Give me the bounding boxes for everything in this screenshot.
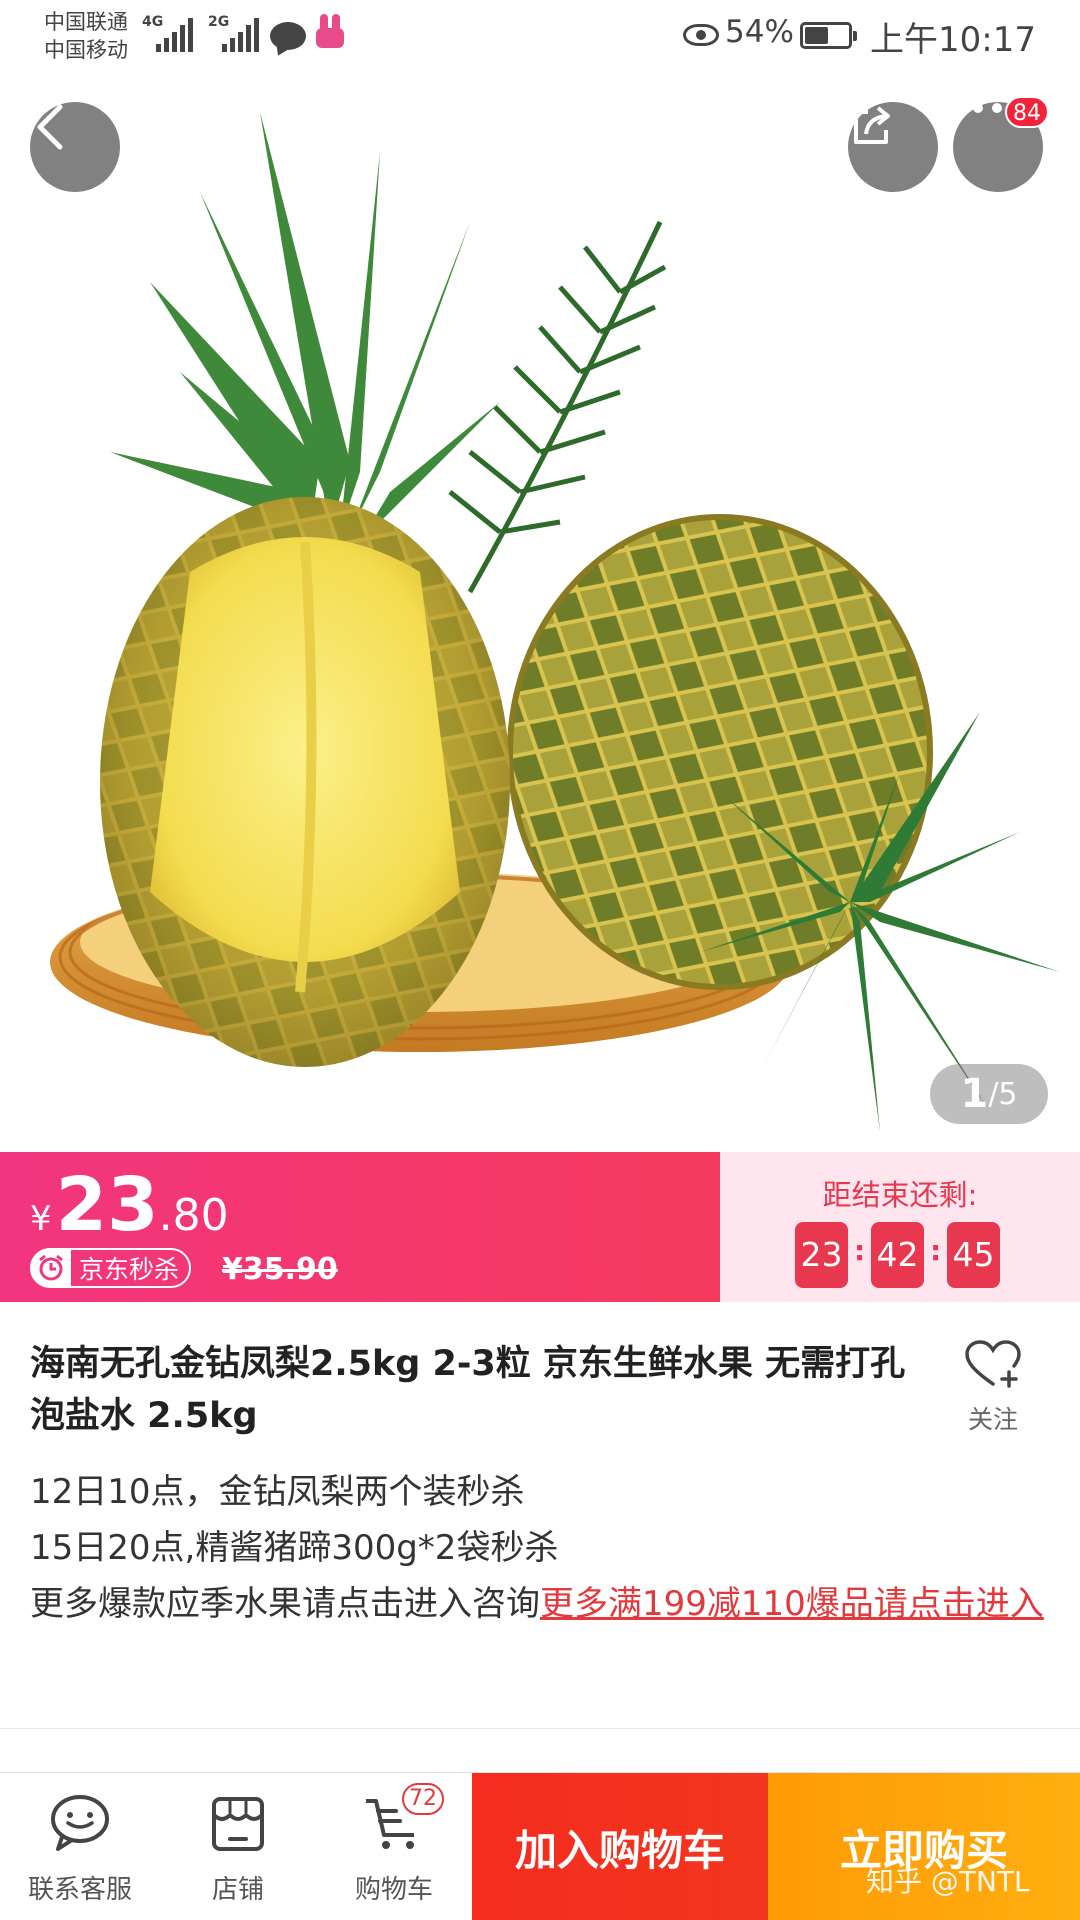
network-type-1: 4G — [142, 14, 164, 30]
follow-button[interactable]: 关注 — [958, 1340, 1028, 1436]
customer-service-button[interactable]: 联系客服 — [0, 1773, 160, 1920]
promo-line-3-text: 更多爆款应季水果请点击进入咨询 — [30, 1584, 540, 1624]
countdown-panel: 距结束还剩: 23 : 42 : 45 — [720, 1152, 1080, 1302]
share-button[interactable] — [848, 102, 938, 192]
customer-service-icon — [51, 1795, 109, 1851]
price-integer: 23 — [55, 1162, 159, 1248]
signal-4g-icon: 4G — [142, 14, 198, 52]
heart-plus-icon — [965, 1340, 1021, 1388]
carrier-1: 中国联通 — [44, 10, 128, 34]
shop-label: 店铺 — [211, 1875, 264, 1905]
promo-link[interactable]: 更多满199减110爆品请点击进入 — [540, 1584, 1044, 1624]
countdown-seconds: 45 — [947, 1222, 1000, 1288]
shop-button[interactable]: 店铺 — [160, 1773, 316, 1920]
network-type-2: 2G — [208, 14, 230, 30]
battery-icon — [800, 22, 857, 49]
alarm-clock-icon — [31, 1250, 71, 1286]
product-detail-page: 中国联通 中国移动 4G 2G 54% 上午10:17 84 1 /5 ¥ 23… — [0, 0, 1080, 1920]
product-title: 海南无孔金钻凤梨2.5kg 2-3粒 京东生鲜水果 无需打孔泡盐水 2.5kg — [30, 1344, 906, 1436]
cart-label: 购物车 — [354, 1875, 433, 1905]
status-bar: 中国联通 中国移动 4G 2G 54% 上午10:17 — [0, 0, 1080, 72]
price-band: ¥ 23 .80 京东秒杀 ¥35.90 — [0, 1152, 720, 1302]
countdown-separator: : — [854, 1234, 866, 1267]
rabbit-app-icon — [312, 14, 348, 54]
clock: 上午10:17 — [870, 20, 1036, 60]
current-price: ¥ 23 .80 — [30, 1162, 229, 1248]
countdown-hours: 23 — [795, 1222, 848, 1288]
seckill-tag: 京东秒杀 — [30, 1248, 192, 1288]
cart-button[interactable]: 72 购物车 — [316, 1773, 472, 1920]
image-counter-current: 1 — [960, 1071, 989, 1117]
follow-label: 关注 — [967, 1405, 1018, 1434]
carrier-2: 中国移动 — [44, 38, 128, 62]
seckill-label: 京东秒杀 — [79, 1255, 180, 1284]
promo-line-3: 更多爆款应季水果请点击进入咨询更多满199减110爆品请点击进入 — [30, 1576, 1050, 1632]
carrier-names: 中国联通 中国移动 — [44, 8, 128, 64]
divider — [0, 1728, 1080, 1729]
promo-line-1: 12日10点，金钻凤梨两个装秒杀 — [30, 1472, 525, 1512]
promo-text: 12日10点，金钻凤梨两个装秒杀 15日20点,精酱猪蹄300g*2袋秒杀 更多… — [30, 1464, 1050, 1632]
back-button[interactable] — [30, 102, 120, 192]
product-image-gallery[interactable]: 84 1/5 — [0, 72, 1080, 1152]
shop-icon — [212, 1797, 264, 1851]
image-counter: 1/5 — [930, 1064, 1048, 1124]
message-count-badge: 84 — [1005, 96, 1049, 128]
promo-line-2: 15日20点,精酱猪蹄300g*2袋秒杀 — [30, 1528, 559, 1568]
countdown-label: 距结束还剩: — [822, 1178, 978, 1212]
signal-2g-icon: 2G — [208, 14, 264, 52]
customer-service-label: 联系客服 — [27, 1875, 132, 1905]
cart-count-badge: 72 — [402, 1783, 444, 1815]
chat-icon — [270, 22, 306, 50]
countdown-separator: : — [930, 1234, 942, 1267]
more-icon — [954, 103, 1002, 113]
share-icon — [854, 106, 890, 144]
countdown-minutes: 42 — [871, 1222, 924, 1288]
price-decimal: .80 — [158, 1190, 229, 1241]
watermark: 知乎 @TNTL — [866, 1865, 1030, 1898]
price-currency: ¥ — [30, 1199, 52, 1239]
chevron-left-icon — [37, 104, 63, 150]
add-to-cart-button[interactable]: 加入购物车 — [472, 1773, 768, 1920]
image-counter-total: /5 — [988, 1076, 1018, 1112]
eye-icon — [683, 24, 719, 46]
original-price: ¥35.90 — [222, 1252, 338, 1287]
battery-percent: 54% — [725, 14, 794, 50]
product-image-pineapples — [50, 112, 1060, 1132]
